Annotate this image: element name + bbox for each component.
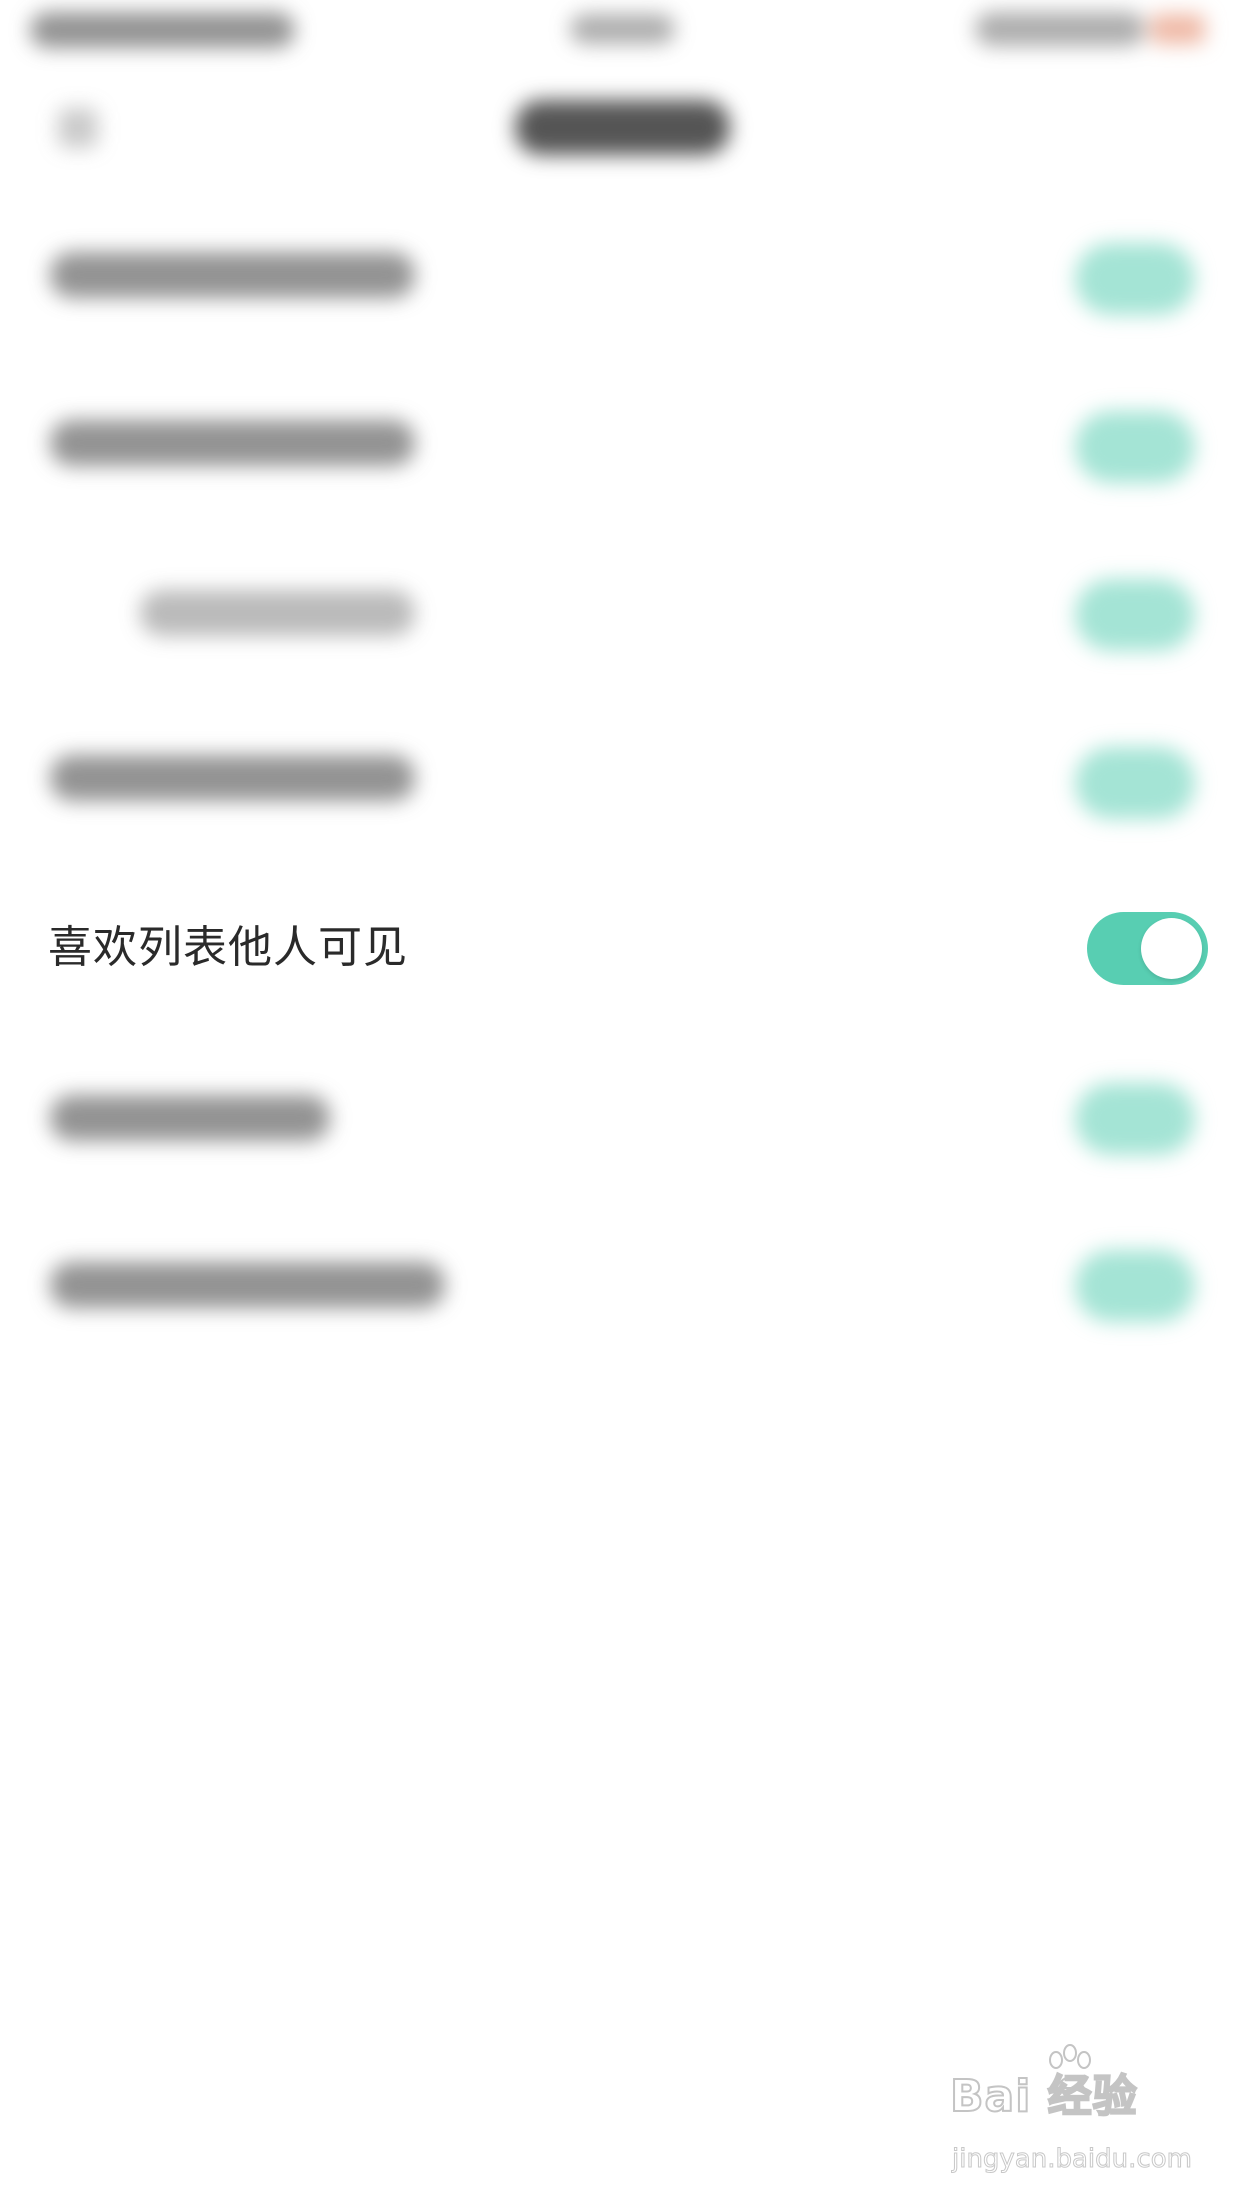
- setting-row-toggle[interactable]: [1075, 1083, 1195, 1155]
- watermark-url: jingyan.baidu.com: [952, 2144, 1193, 2175]
- status-bar-carrier: [30, 12, 295, 48]
- battery-icon: [1150, 14, 1205, 44]
- setting-row-label: [50, 420, 415, 466]
- privacy-settings-screen: 喜欢列表他人可见 Bai 经验 jingyan.baidu.com: [0, 0, 1242, 2208]
- back-arrow-icon[interactable]: [58, 108, 98, 148]
- setting-row-label: [50, 252, 415, 298]
- setting-row-label: [50, 1095, 330, 1141]
- setting-row-toggle[interactable]: [1075, 243, 1195, 315]
- page-title: [515, 100, 730, 155]
- status-bar-indicators: [975, 12, 1145, 46]
- setting-row-label: [140, 590, 415, 636]
- setting-row-toggle[interactable]: [1075, 579, 1195, 651]
- watermark-logo: Bai 经验: [949, 2070, 1138, 2123]
- setting-row-toggle[interactable]: [1075, 747, 1195, 819]
- toggle-knob: [1141, 918, 1202, 979]
- setting-row-toggle[interactable]: [1075, 1250, 1195, 1322]
- setting-row-label: [50, 755, 415, 801]
- status-bar-time: [570, 14, 675, 44]
- likes-visible-toggle[interactable]: [1087, 912, 1208, 985]
- setting-label: 喜欢列表他人可见: [48, 922, 408, 973]
- watermark: Bai 经验 jingyan.baidu.com: [949, 2044, 1193, 2190]
- setting-row-toggle[interactable]: [1075, 411, 1195, 483]
- setting-row-label: [50, 1262, 445, 1308]
- setting-row-likes-visible: 喜欢列表他人可见: [0, 900, 1242, 996]
